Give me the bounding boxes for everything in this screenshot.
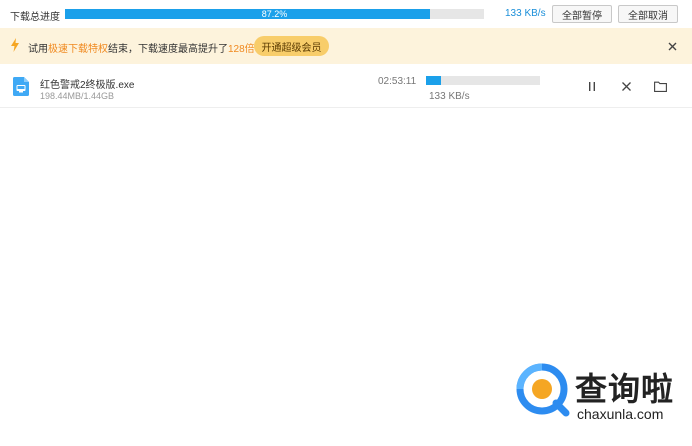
exe-file-icon: [13, 77, 29, 96]
notice-highlight-multiplier: 128倍: [228, 44, 255, 55]
cancel-all-button[interactable]: 全部取消: [618, 5, 678, 23]
total-speed: 133 KB/s: [505, 8, 546, 19]
close-icon[interactable]: [666, 40, 678, 52]
file-size: 198.44MB/1.44GB: [40, 91, 115, 101]
speed-trial-notice: 试用极速下载特权结束，下载速度最高提升了128倍！ 开通超级会员: [0, 28, 692, 64]
pause-all-button[interactable]: 全部暂停: [552, 5, 612, 23]
notice-text-prefix: 试用: [28, 44, 48, 55]
watermark-logo: 查询啦 chaxunla.com: [515, 360, 690, 430]
file-name: 红色警戒2终极版.exe: [40, 80, 135, 91]
open-super-vip-button[interactable]: 开通超级会员: [254, 36, 329, 56]
magnifier-logo-icon: [516, 363, 570, 417]
notice-highlight-privilege: 极速下载特权: [48, 44, 108, 55]
total-progress-label: 87.2%: [261, 9, 288, 19]
folder-icon[interactable]: [652, 78, 668, 94]
file-progress-fill: [426, 76, 441, 85]
time-remaining: 02:53:11: [378, 76, 417, 87]
watermark-text-en: chaxunla.com: [577, 406, 664, 422]
total-progress-bar: 下载总进度 87.2% 133 KB/s 全部暂停 全部取消: [0, 0, 692, 28]
watermark-text-cn: 查询啦: [575, 370, 675, 408]
file-progress-track: [426, 76, 540, 85]
notice-text-middle: 结束，下载速度最高提升了: [108, 44, 228, 55]
file-speed: 133 KB/s: [429, 91, 470, 102]
total-progress-title: 下载总进度: [10, 12, 60, 23]
download-row[interactable]: 红色警戒2终极版.exe 198.44MB/1.44GB 02:53:11 13…: [0, 66, 692, 108]
notice-message: 试用极速下载特权结束，下载速度最高提升了128倍！: [28, 40, 265, 55]
lightning-icon: [11, 38, 19, 52]
close-icon[interactable]: [618, 78, 634, 94]
pause-icon[interactable]: [584, 78, 600, 94]
total-progress-track: 87.2%: [65, 9, 484, 19]
